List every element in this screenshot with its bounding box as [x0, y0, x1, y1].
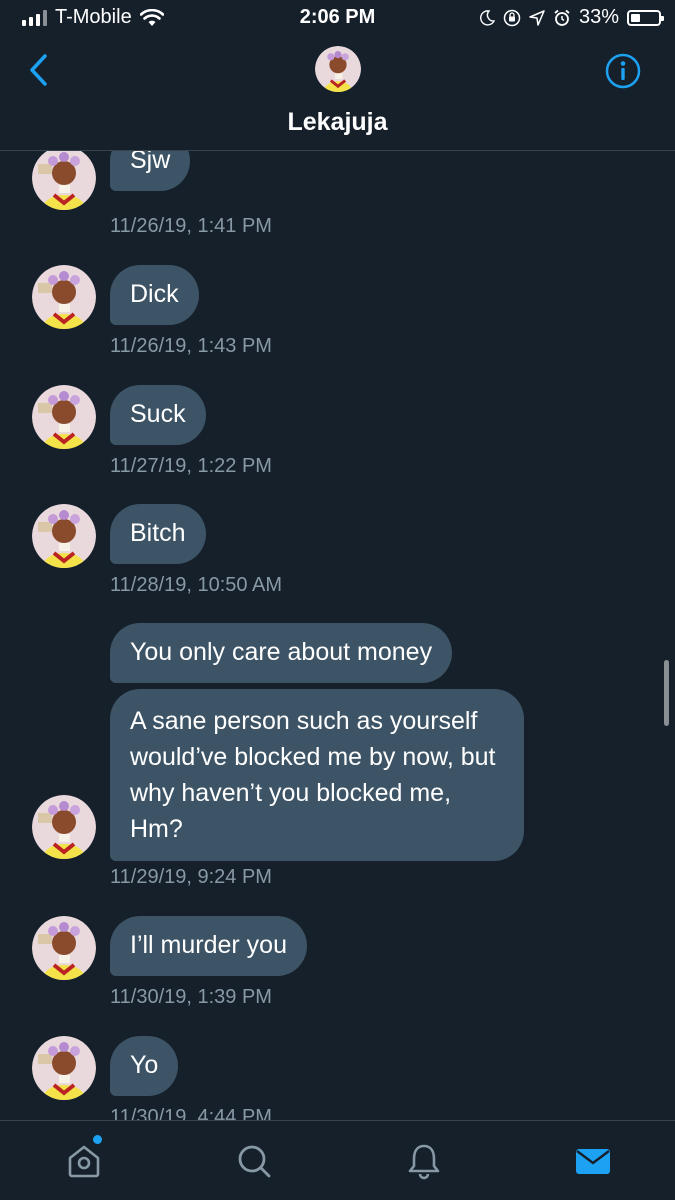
contact-name[interactable]: Lekajuja — [0, 108, 675, 137]
message-timestamp: 11/30/19, 1:39 PM — [110, 986, 272, 1008]
avatar[interactable] — [32, 916, 96, 980]
message-timestamp: 11/27/19, 1:22 PM — [110, 455, 272, 477]
info-icon[interactable] — [605, 53, 641, 89]
avatar[interactable] — [32, 385, 96, 449]
alarm-icon — [554, 9, 570, 26]
bell-icon[interactable] — [404, 1141, 444, 1181]
orientation-lock-icon — [503, 9, 521, 26]
avatar[interactable] — [32, 1036, 96, 1100]
notification-dot — [93, 1135, 102, 1144]
location-icon — [529, 9, 545, 26]
avatar[interactable] — [32, 795, 96, 859]
message-list[interactable]: Sjw 11/26/19, 1:41 PM Dick 11/26/19, 1:4… — [0, 151, 675, 1120]
message-bubble[interactable]: Yo — [110, 1036, 179, 1096]
message-bubble[interactable]: Suck — [110, 385, 206, 445]
status-bar: T-Mobile 2:06 PM 33% — [0, 0, 675, 36]
message-bubble[interactable]: Dick — [110, 265, 199, 325]
avatar[interactable] — [315, 46, 361, 92]
search-icon[interactable] — [234, 1141, 274, 1181]
message-bubble[interactable]: A sane person such as yourself would’ve … — [110, 689, 524, 861]
message-bubble[interactable]: Bitch — [110, 504, 206, 564]
moon-icon — [480, 9, 495, 26]
tab-bar — [0, 1120, 675, 1200]
home-icon[interactable] — [64, 1141, 104, 1181]
avatar[interactable] — [32, 151, 96, 210]
message-bubble[interactable]: You only care about money — [110, 623, 453, 683]
scrollbar[interactable] — [664, 660, 669, 726]
mail-icon[interactable] — [573, 1141, 613, 1181]
message-timestamp: 11/30/19, 4:44 PM — [110, 1106, 272, 1120]
chevron-left-icon[interactable] — [24, 52, 54, 88]
battery-icon — [627, 9, 664, 26]
conversation-header: Lekajuja — [0, 36, 675, 151]
battery-percent: 33% — [578, 6, 619, 28]
message-timestamp: 11/26/19, 1:41 PM — [110, 215, 272, 237]
avatar[interactable] — [32, 265, 96, 329]
message-bubble[interactable]: I’ll murder you — [110, 916, 307, 976]
message-timestamp: 11/29/19, 9:24 PM — [110, 866, 272, 888]
message-timestamp: 11/26/19, 1:43 PM — [110, 335, 272, 357]
avatar[interactable] — [32, 504, 96, 568]
message-timestamp: 11/28/19, 10:50 AM — [110, 574, 282, 596]
message-bubble[interactable]: Sjw — [110, 151, 191, 191]
